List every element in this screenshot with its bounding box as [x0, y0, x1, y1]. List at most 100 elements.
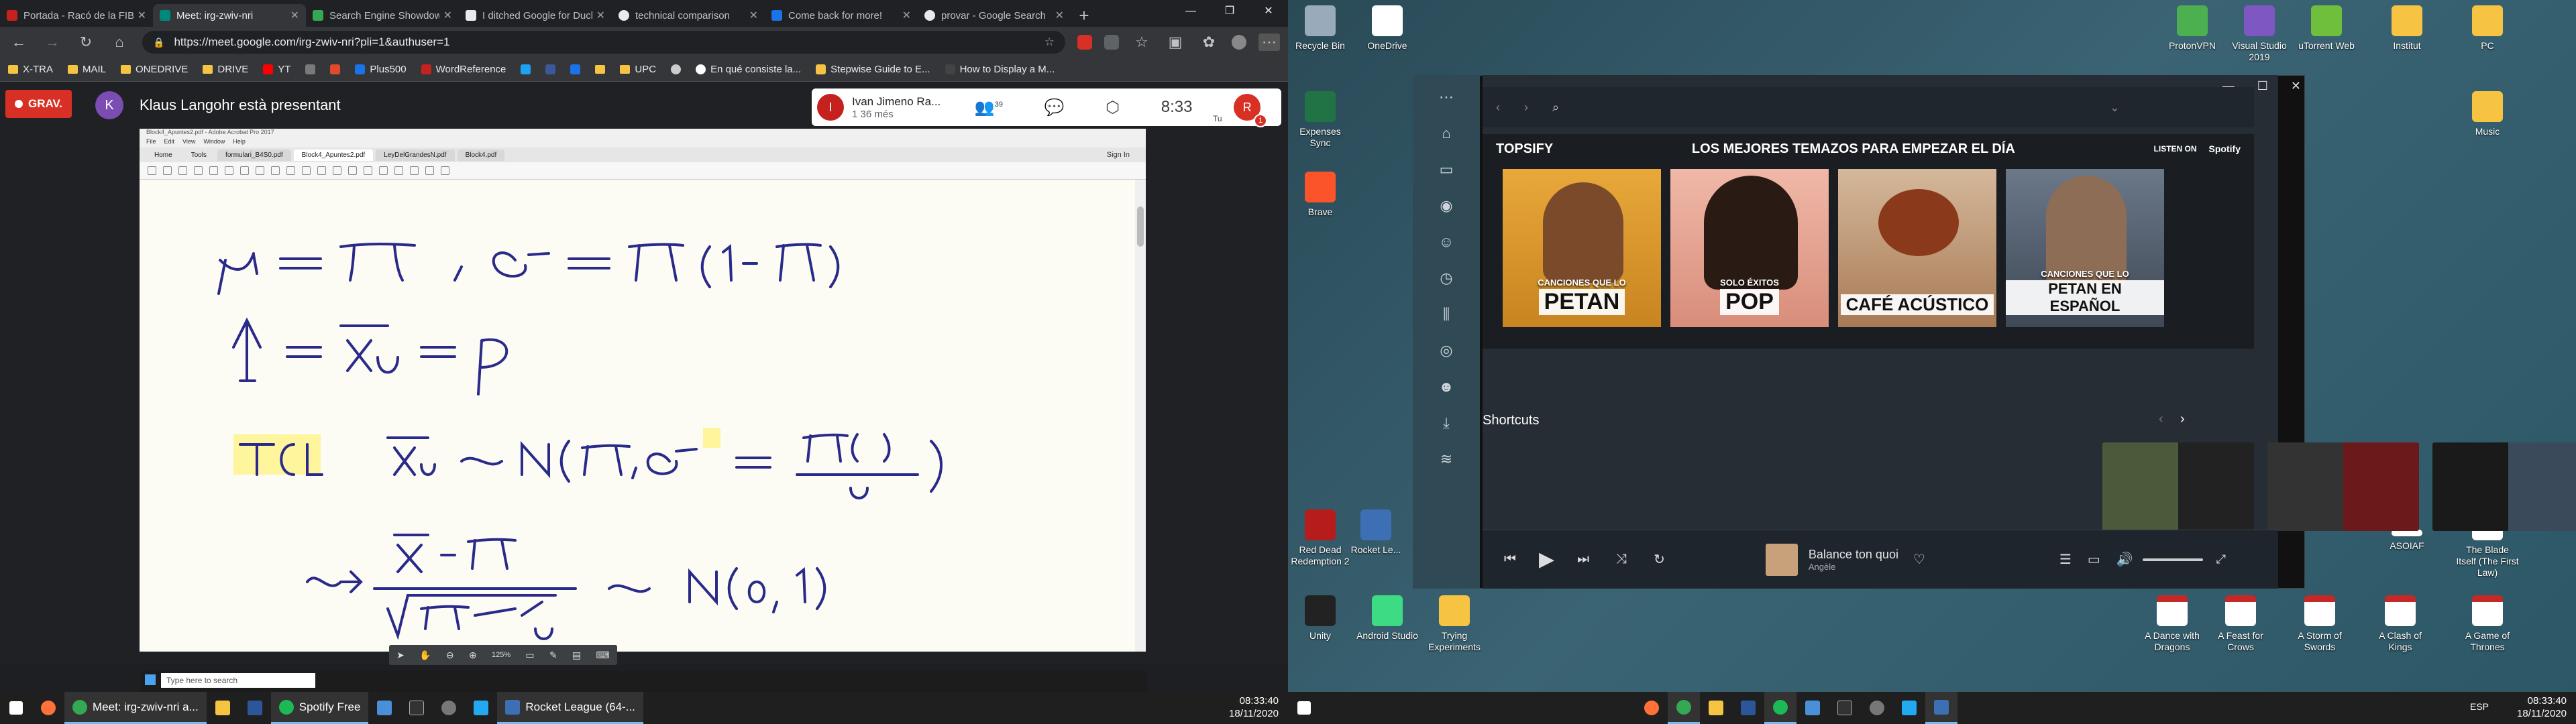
fullscreen-icon[interactable]: ⤢: [2216, 552, 2226, 566]
reading-list-icon[interactable]: ☆: [1131, 34, 1152, 51]
browse-icon[interactable]: ▭: [1438, 161, 1455, 178]
repeat-icon[interactable]: ↻: [1654, 551, 1665, 568]
clock-left[interactable]: 08:33:40 18/11/2020: [1229, 695, 1279, 720]
recording-indicator[interactable]: GRAV.: [5, 90, 72, 118]
topsify-banner[interactable]: TOPSIFY LOS MEJORES TEMAZOS PARA EMPEZAR…: [1483, 134, 2254, 349]
taskbar-rocket-league[interactable]: [1925, 692, 1957, 724]
extension-icon[interactable]: [1077, 35, 1092, 50]
forward-icon[interactable]: ›: [1524, 101, 1528, 115]
library-icon[interactable]: ⫼: [1438, 306, 1455, 323]
new-tab-button[interactable]: +: [1071, 4, 1097, 27]
browser-tab[interactable]: I ditched Google for DuckDuckGo✕: [459, 4, 612, 27]
playlist-card[interactable]: CANCIONES QUE LO PETAN EN ESPAÑOL: [2006, 169, 2164, 327]
volume-slider[interactable]: [2142, 558, 2203, 561]
minimize-icon[interactable]: —: [2222, 79, 2235, 93]
chevron-right-icon[interactable]: ›: [2180, 412, 2185, 427]
extensions-icon[interactable]: ✿: [1198, 34, 1220, 51]
close-icon[interactable]: ✕: [443, 9, 452, 22]
taskbar-vscode[interactable]: [1893, 692, 1925, 724]
browser-tab[interactable]: Come back for more! ✕: [765, 4, 918, 27]
taskbar-spotify[interactable]: Spotify Free: [270, 692, 369, 724]
back-icon[interactable]: ‹: [1496, 101, 1500, 115]
chevron-down-icon[interactable]: ⌄: [2110, 101, 2120, 115]
bookmark-link[interactable]: [305, 64, 316, 74]
download-icon[interactable]: ⤓: [1438, 414, 1455, 432]
queue-icon[interactable]: ☰: [2059, 551, 2072, 568]
bookmark-folder[interactable]: ONEDRIVE: [121, 64, 188, 75]
close-icon[interactable]: ✕: [1055, 9, 1064, 22]
browser-tab[interactable]: Portada - Racó de la FIB ✕: [0, 4, 153, 27]
bookmark-link[interactable]: YT: [263, 64, 290, 75]
taskbar-chrome[interactable]: [1668, 692, 1700, 724]
clock-right[interactable]: 08:33:40 18/11/2020: [2517, 695, 2567, 720]
close-icon[interactable]: ✕: [290, 9, 299, 22]
chevron-left-icon[interactable]: ‹: [2159, 412, 2163, 427]
taskbar-explorer[interactable]: [207, 692, 239, 724]
bookmark-link[interactable]: Stepwise Guide to E...: [816, 64, 930, 75]
bookmark-folder[interactable]: MAIL: [68, 64, 106, 75]
collections-icon[interactable]: ▣: [1165, 34, 1186, 51]
taskbar-firefox[interactable]: [32, 692, 64, 724]
taskbar-firefox[interactable]: [1635, 692, 1668, 724]
playlist-card[interactable]: CANCIONES QUE LO PETAN: [1503, 169, 1661, 327]
self-avatar[interactable]: R1: [1234, 94, 1268, 127]
track-artist[interactable]: Angèle: [1809, 562, 1898, 572]
bookmark-link[interactable]: [330, 64, 341, 74]
dots-icon[interactable]: ⋯: [1438, 88, 1455, 106]
bookmark-link[interactable]: How to Display a M...: [945, 64, 1055, 75]
taskbar-app[interactable]: [400, 692, 433, 724]
close-icon[interactable]: ✕: [749, 9, 758, 22]
browser-tab-active[interactable]: Meet: irg-zwiv-nri ✕: [153, 4, 306, 27]
taskbar-explorer[interactable]: [1700, 692, 1732, 724]
shortcut-card[interactable]: [2432, 442, 2576, 531]
shortcut-card[interactable]: [2102, 442, 2254, 531]
maximize-icon[interactable]: ❐: [1210, 0, 1249, 23]
bookmark-link[interactable]: WordReference: [421, 64, 506, 75]
profile-avatar[interactable]: [1232, 35, 1246, 50]
bookmark-folder[interactable]: [595, 65, 606, 74]
forward-arrow-icon[interactable]: →: [42, 34, 63, 51]
star-icon[interactable]: ☆: [1044, 36, 1055, 49]
bookmark-link[interactable]: En qué consiste la...: [696, 64, 801, 75]
radio-icon[interactable]: ◉: [1438, 197, 1455, 215]
taskbar-word[interactable]: [239, 692, 271, 724]
pdf-scrollbar[interactable]: [1135, 180, 1146, 652]
minimize-icon[interactable]: —: [1171, 0, 1210, 23]
bookmark-link[interactable]: Plus500: [355, 64, 407, 75]
friends-icon[interactable]: ☻: [1438, 378, 1455, 396]
bookmark-link[interactable]: [521, 64, 531, 74]
start-button[interactable]: [0, 692, 32, 724]
taskbar-chrome[interactable]: Meet: irg-zwiv-nri a...: [64, 692, 207, 724]
taskbar-app[interactable]: [1796, 692, 1829, 724]
track-title[interactable]: Balance ton quoi: [1809, 548, 1898, 562]
podcast-icon[interactable]: ≋: [1438, 450, 1455, 468]
activities-icon[interactable]: ⬡: [1106, 98, 1120, 117]
menu-dots-icon[interactable]: ⋯: [1258, 34, 1280, 51]
taskbar-app[interactable]: [368, 692, 400, 724]
taskbar-word[interactable]: [1732, 692, 1764, 724]
close-window-icon[interactable]: ✕: [1249, 0, 1288, 23]
close-icon[interactable]: ✕: [138, 9, 146, 22]
search-icon[interactable]: ⌕: [1552, 101, 1559, 115]
home-icon[interactable]: ⌂: [109, 34, 130, 51]
bookmark-folder[interactable]: DRIVE: [203, 64, 248, 75]
taskbar-app[interactable]: [1829, 692, 1861, 724]
discover-icon[interactable]: ◎: [1438, 342, 1455, 359]
taskbar-vscode[interactable]: [465, 692, 497, 724]
profile-icon[interactable]: ☺: [1438, 233, 1455, 251]
participants-icon[interactable]: 👥39: [975, 98, 1003, 117]
extension-icon[interactable]: [1104, 35, 1119, 50]
chat-icon[interactable]: 💬: [1044, 98, 1065, 117]
close-icon[interactable]: ✕: [596, 9, 605, 22]
track-artwork[interactable]: [1765, 543, 1798, 576]
taskbar-settings[interactable]: [1861, 692, 1893, 724]
start-button[interactable]: [1288, 692, 1320, 724]
back-arrow-icon[interactable]: ←: [8, 34, 30, 51]
shuffle-icon[interactable]: ⤨: [1616, 552, 1627, 567]
taskbar-spotify[interactable]: [1764, 692, 1796, 724]
shortcut-card[interactable]: [2267, 442, 2419, 531]
scroll-thumb[interactable]: [1137, 206, 1144, 247]
language-indicator[interactable]: ESP: [2470, 701, 2489, 712]
reload-icon[interactable]: ↻: [75, 34, 97, 51]
maximize-icon[interactable]: ☐: [2257, 79, 2268, 93]
